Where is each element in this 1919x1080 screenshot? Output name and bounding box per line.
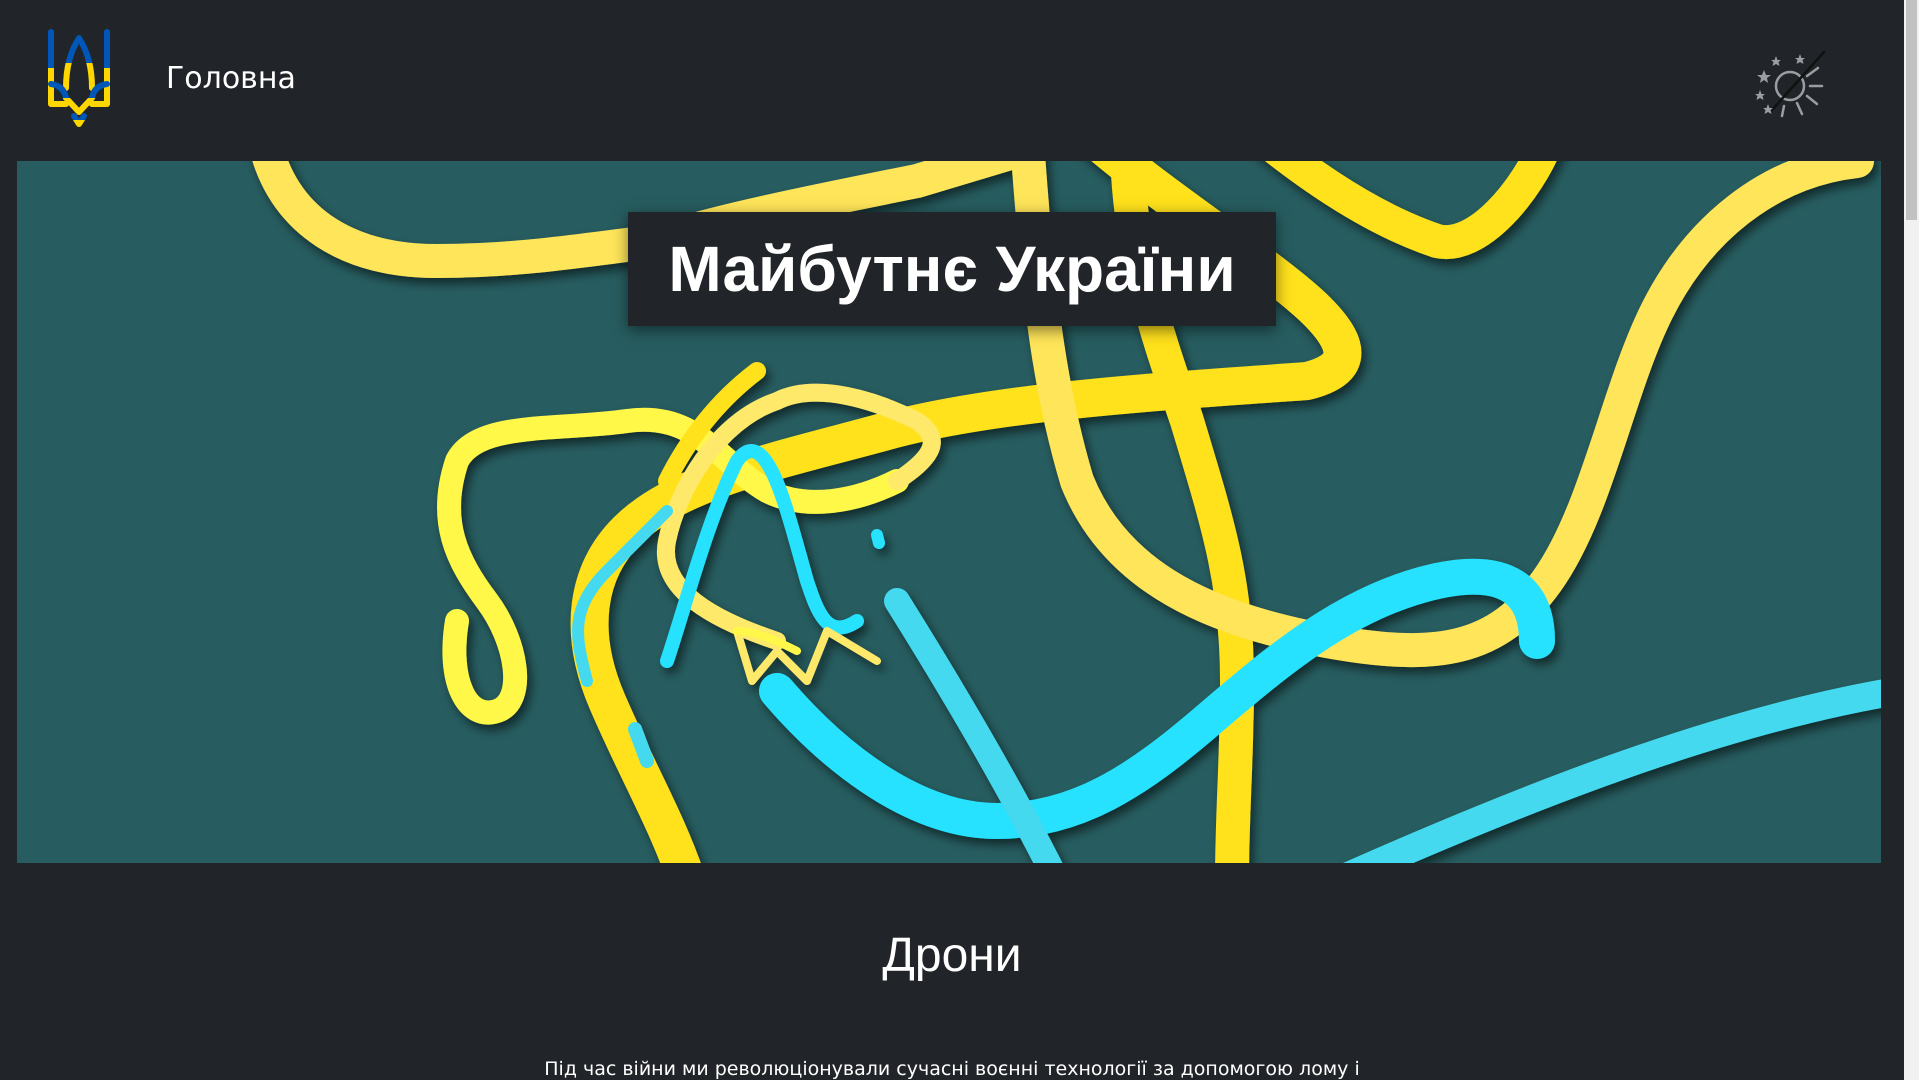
navbar: Головна	[0, 0, 1904, 161]
section-title: Дрони	[882, 929, 1022, 982]
nav-home-link[interactable]: Головна	[166, 61, 296, 96]
page-scrollbar[interactable]	[1904, 0, 1919, 1080]
trident-logo-icon[interactable]	[46, 28, 112, 128]
hero-banner: Майбутнє України	[17, 161, 1881, 863]
scrollbar-thumb[interactable]	[1906, 0, 1917, 220]
hero-title: Майбутнє України	[668, 233, 1236, 305]
page: Головна Майбутнє України Дрони Під час в…	[0, 0, 1919, 1080]
section-paragraph: Під час війни ми революціонували сучасні…	[544, 1058, 1360, 1080]
hero-title-box: Майбутнє України	[628, 212, 1276, 326]
theme-toggle-icon[interactable]	[1752, 46, 1832, 122]
